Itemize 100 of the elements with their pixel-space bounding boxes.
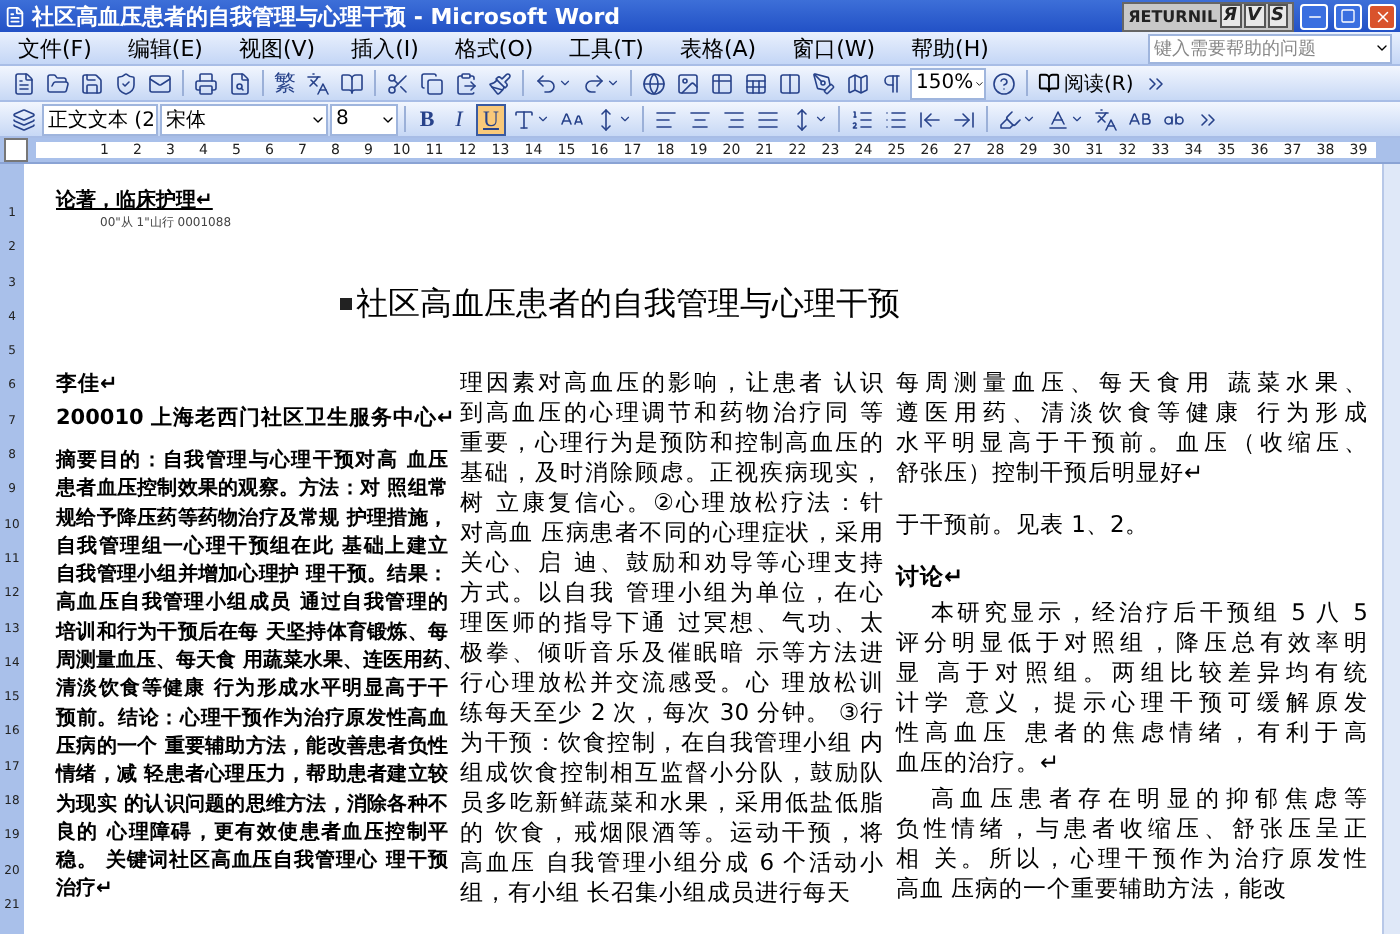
- italic-button[interactable]: I: [444, 103, 474, 135]
- text-line: 理因素对高血压的影响，让患者 认识: [460, 368, 884, 398]
- font-color-icon: [1046, 107, 1070, 131]
- text-line: 自我管理小组并增加心理护 理干预。结果：: [56, 562, 448, 590]
- text-line: 血压的治疗。↵: [896, 748, 1062, 778]
- menu-item[interactable]: 格式(O): [444, 33, 544, 63]
- map-icon: [846, 71, 870, 95]
- badge-label: ЯETURNIL: [1128, 7, 1218, 25]
- text-line: 良的 心理障碍，更有效使患者血压控制平: [56, 819, 448, 848]
- text-line: 行心理放松并交流感受。心 理放松训: [460, 668, 884, 698]
- paintbrush-button[interactable]: [484, 67, 516, 99]
- text-line: 为干预：饮食控制，在自我管理小组 内: [460, 728, 884, 758]
- text-line: 基础，及时消除顾虑。正视疾病现实，: [460, 458, 884, 488]
- help-search-field[interactable]: 键入需要帮助的问题: [1148, 33, 1392, 63]
- text-line: 周测量血压、每天食 用蔬菜水果、连医用药、: [56, 649, 448, 673]
- convert-button[interactable]: 繁: [270, 67, 300, 99]
- copy-button[interactable]: [416, 67, 448, 99]
- text-line: 摘要目的：自我管理与心理干预对高 血压: [56, 448, 448, 476]
- document-title: 社区高血压患者的自我管理与心理干预: [356, 284, 900, 324]
- scrollbar[interactable]: [1382, 164, 1400, 934]
- text-line: 对高血 压病患者不同的心理症状，采用: [460, 518, 884, 548]
- text-line: 200010 上海老西门社区卫生服务中心↵: [56, 403, 448, 434]
- menu-item[interactable]: 插入(I): [341, 33, 429, 63]
- book-icon: [1038, 72, 1060, 94]
- folder-icon: [46, 71, 70, 95]
- decrease-indent-icon: [918, 107, 942, 131]
- text-line: 患者血压控制效果的观察。方法：对 照组常: [56, 476, 448, 505]
- text-line: 练每天至少 2 次，每次 30 分钟。 ③行: [460, 698, 884, 728]
- minimize-button[interactable]: [1300, 3, 1328, 29]
- text-line: 高血 压病的一个重要辅助方法，能改: [896, 874, 1290, 904]
- text-line: 相 关。所以，心理干预作为治疗原发性: [896, 844, 1368, 874]
- menu-item[interactable]: 帮助(H): [901, 33, 999, 63]
- zoom-field[interactable]: 150%: [910, 67, 986, 99]
- document-icon: [4, 5, 26, 27]
- text-line: 舒张压）控制干预后明显好↵: [896, 458, 1206, 488]
- menu-item[interactable]: 编辑(E): [117, 33, 213, 63]
- badge-key[interactable]: S: [1267, 4, 1288, 28]
- print-preview-icon: [228, 71, 252, 95]
- text-line: 为现实 的认识问题的思维方法，消除各种不: [56, 791, 448, 820]
- text-line: 的 饮食，戒烟限酒等。运动干预，将: [460, 818, 884, 848]
- text-line: 显 高于对照组。两组比较差异均有统: [896, 658, 1368, 688]
- picture-icon: [676, 71, 700, 95]
- numbering-icon: [850, 107, 874, 131]
- text-line: 稳。 关键词社区高血压自我管理心 理干预: [56, 848, 448, 877]
- text-line: 规给予降压药等药物治疗及常规 护理措施，: [56, 505, 448, 534]
- text-line: 组成饮食控制相互监督小分队，鼓励队: [460, 758, 884, 788]
- menu-item[interactable]: 视图(V): [228, 33, 326, 63]
- text-line: 组，有小组 长召集小组成员进行每天: [460, 878, 854, 908]
- pen-button[interactable]: [808, 67, 840, 99]
- printer-button[interactable]: [190, 67, 222, 99]
- globe-icon: [642, 71, 666, 95]
- read-button[interactable]: 阅读(R): [1034, 67, 1138, 99]
- badge-key[interactable]: Я: [1219, 4, 1242, 28]
- text-line: 极拳、倾听音乐及催眠暗 示等方法进: [460, 638, 884, 668]
- table-icon: [710, 71, 734, 95]
- font-size-field[interactable]: 8: [330, 103, 398, 135]
- pilcrow-icon: [880, 71, 904, 95]
- printer-icon: [194, 71, 218, 95]
- paste-icon: [454, 71, 478, 95]
- text-line: 遵医用药、清淡饮食等健康 行为形成: [896, 398, 1368, 428]
- menu-item[interactable]: 文件(F): [8, 33, 102, 63]
- text-line: 于干预前。见表 1、2。: [896, 510, 1151, 540]
- underline-button[interactable]: U: [476, 103, 506, 135]
- text-line: 员多吃新鲜蔬菜和水果，采用低盐低脂: [460, 788, 884, 818]
- save-icon: [80, 71, 104, 95]
- highlighter-icon: [998, 107, 1022, 131]
- mail-icon: [148, 71, 172, 95]
- text-line: 关心、启 迪、鼓励和劝导等心理支持: [460, 548, 884, 578]
- close-icon: [1373, 7, 1391, 25]
- globe-button[interactable]: [638, 67, 670, 99]
- text-line: 高血压自我管理小组成员 通过自我管理的: [56, 590, 448, 619]
- spreadsheet-icon: [744, 71, 768, 95]
- text-line: 治疗↵: [56, 876, 115, 905]
- text-line: 负性情绪，与患者收缩压、舒张压呈正: [896, 814, 1368, 844]
- menu-item[interactable]: 窗口(W): [782, 33, 886, 63]
- text-line: 高血压 自我管理小组分成 6 个活动小: [460, 848, 884, 878]
- copy-icon: [420, 71, 444, 95]
- font-field[interactable]: 宋体: [160, 103, 328, 135]
- menu-item[interactable]: 工具(T): [559, 33, 654, 63]
- text-line: 每周测量血压、每天食用 蔬菜水果、: [896, 368, 1368, 398]
- align-center-icon: [688, 107, 712, 131]
- section-heading: 讨论↵: [896, 562, 966, 592]
- text-line: 培训和行为干预后在每 天坚持体育锻炼、每: [56, 619, 448, 648]
- text-line: 自我管理组一心理干预组在此 基础上建立: [56, 533, 448, 562]
- text-line: 预前。结论：心理干预作为治疗原发性高血: [56, 705, 448, 734]
- bold-button[interactable]: B: [412, 103, 442, 135]
- menu-item[interactable]: 表格(A): [669, 33, 767, 63]
- style-field[interactable]: 正文文本 (2: [42, 103, 158, 135]
- increase-indent-icon: [952, 107, 976, 131]
- restore-button[interactable]: [1334, 3, 1362, 29]
- help-button[interactable]: [988, 67, 1020, 99]
- help-icon: [992, 71, 1016, 95]
- badge-key[interactable]: V: [1243, 4, 1266, 28]
- justify-icon: [756, 107, 780, 131]
- columns-icon: [778, 71, 802, 95]
- undo-icon: [534, 71, 558, 95]
- character-shading-icon: [560, 107, 584, 131]
- tab-selector[interactable]: [4, 138, 28, 162]
- close-button[interactable]: [1368, 3, 1396, 29]
- cut-icon: [386, 71, 410, 95]
